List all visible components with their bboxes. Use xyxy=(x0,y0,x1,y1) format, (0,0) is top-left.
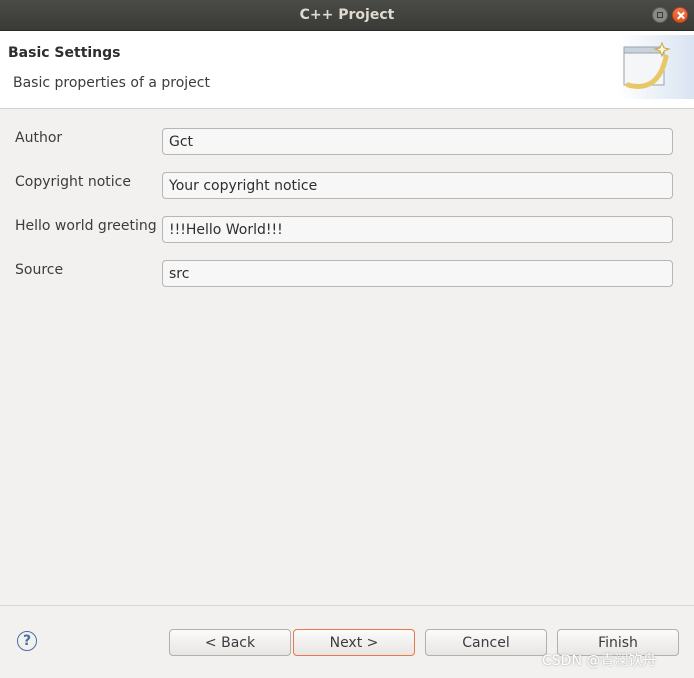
footer-divider xyxy=(0,605,694,606)
page-title: Basic Settings xyxy=(8,45,121,61)
greeting-label: Hello world greeting xyxy=(15,218,157,234)
maximize-icon[interactable] xyxy=(652,7,668,23)
source-field[interactable] xyxy=(162,260,673,287)
wizard-header: Basic Settings Basic properties of a pro… xyxy=(0,31,694,109)
author-label: Author xyxy=(15,130,63,146)
next-button[interactable]: Next > xyxy=(293,629,415,656)
author-row: Author xyxy=(0,128,694,158)
page-description: Basic properties of a project xyxy=(13,75,210,91)
close-icon[interactable] xyxy=(672,7,688,23)
wizard-banner-icon xyxy=(618,35,694,99)
back-button[interactable]: < Back xyxy=(169,629,291,656)
cancel-button[interactable]: Cancel xyxy=(425,629,547,656)
copyright-label: Copyright notice xyxy=(15,174,131,190)
copyright-field[interactable] xyxy=(162,172,673,199)
help-icon[interactable]: ? xyxy=(17,631,37,651)
author-field[interactable] xyxy=(162,128,673,155)
title-bar: C++ Project xyxy=(0,0,694,31)
copyright-row: Copyright notice xyxy=(0,172,694,202)
source-label: Source xyxy=(15,262,64,278)
greeting-field[interactable] xyxy=(162,216,673,243)
watermark: CSDN @青澜饮舟 xyxy=(542,653,657,669)
window-title: C++ Project xyxy=(299,7,395,23)
source-row: Source xyxy=(0,260,694,290)
greeting-row: Hello world greeting xyxy=(0,216,694,246)
